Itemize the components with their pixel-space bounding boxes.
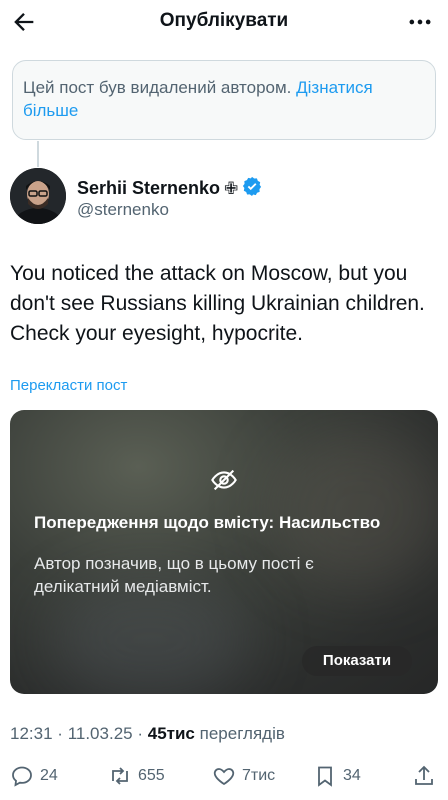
meta-separator: · (57, 724, 63, 743)
repost-icon (112, 767, 128, 785)
post-time[interactable]: 12:31 (10, 724, 53, 743)
like-count: 7тис (242, 767, 276, 784)
cross-badge-icon: ✙ (224, 178, 239, 198)
content-warning-description: Автор позначив, що в цьому пості є делік… (34, 554, 314, 596)
thread-connector (37, 141, 39, 167)
author-handle[interactable]: @sternenko (77, 200, 169, 220)
show-media-button[interactable]: Показати (302, 646, 412, 676)
like-button[interactable]: 7тис (212, 764, 275, 788)
share-icon (415, 765, 433, 785)
translate-post-link[interactable]: Перекласти пост (10, 377, 127, 394)
author-name[interactable]: Serhii Sternenko (77, 178, 220, 199)
reply-button[interactable]: 24 (10, 764, 58, 788)
meta-separator: · (137, 724, 144, 743)
content-warning-title: Попередження щодо вмісту: Насильство (34, 513, 381, 532)
deleted-notice-text: Цей пост був видалений автором. (23, 78, 292, 97)
more-options-icon[interactable] (406, 8, 434, 36)
page-title: Опублікувати (159, 10, 289, 31)
author-name-row: Serhii Sternenko ✙ (77, 176, 262, 201)
bookmark-count: 34 (343, 767, 361, 784)
reply-count: 24 (40, 767, 58, 784)
action-bar: 24 655 7тис 34 (0, 760, 448, 794)
repost-button[interactable]: 655 (108, 764, 165, 788)
repost-count: 655 (138, 767, 165, 784)
sensitive-media-card[interactable]: Попередження щодо вмісту: Насильство Авт… (10, 410, 438, 694)
share-button[interactable] (412, 764, 436, 788)
reply-icon (12, 766, 32, 787)
post-meta: 12:31 · 11.03.25 · 45тис переглядів (10, 724, 285, 744)
post-date[interactable]: 11.03.25 (68, 724, 133, 743)
bookmark-icon (318, 766, 332, 787)
tweet-text: You noticed the attack on Moscow, but yo… (10, 262, 425, 345)
deleted-post-notice: Цей пост був видалений автором. Дізнатис… (12, 60, 436, 140)
bookmark-button[interactable]: 34 (313, 764, 361, 788)
eye-slash-icon (210, 466, 238, 494)
verified-badge-icon[interactable] (242, 176, 262, 201)
avatar[interactable] (10, 168, 66, 224)
views-count: 45тис (147, 724, 195, 743)
heart-icon (213, 768, 235, 786)
top-bar: Опублікувати (0, 0, 448, 44)
views-label: переглядів (199, 724, 285, 743)
